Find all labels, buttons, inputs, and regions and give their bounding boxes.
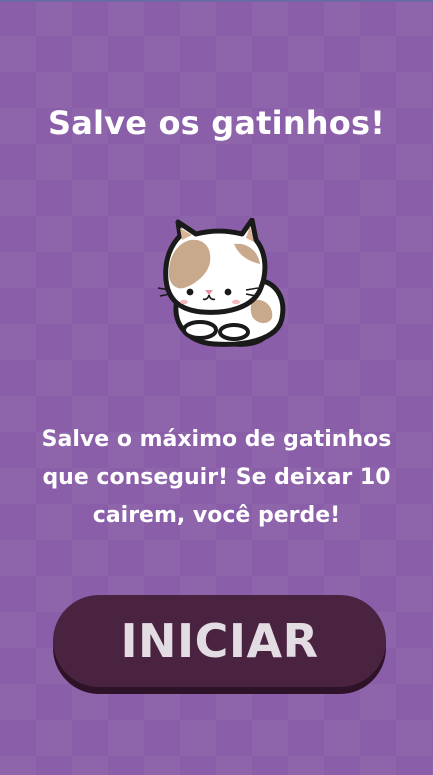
cat-icon [157,218,286,347]
top-divider [0,0,433,2]
game-title: Salve os gatinhos! [47,104,386,142]
start-screen: Salve os gatinhos! Salve o máximo de gat [0,0,433,775]
game-description: Salve o máximo de gatinhos que conseguir… [41,427,392,528]
start-button[interactable]: INICIAR [53,595,386,687]
